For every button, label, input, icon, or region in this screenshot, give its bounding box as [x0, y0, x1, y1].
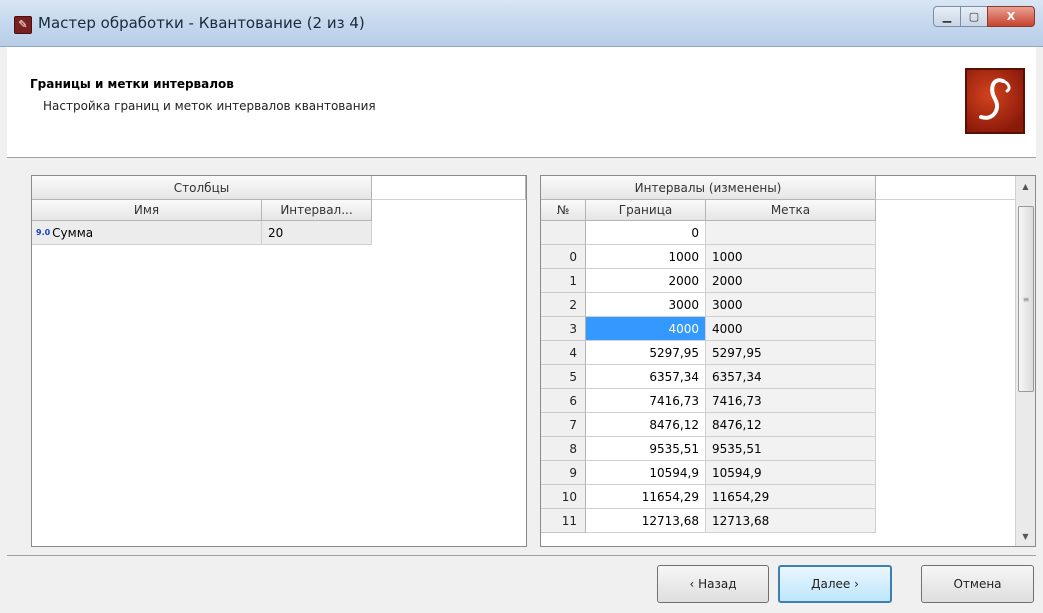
logo-s-icon — [979, 78, 1011, 120]
row-number-cell[interactable]: 0 — [541, 245, 586, 269]
column-header-name[interactable]: Имя — [32, 200, 262, 221]
label-cell[interactable]: 9535,51 — [706, 437, 876, 461]
table-row[interactable]: 10 11654,29 11654,29 — [541, 485, 876, 509]
bound-cell[interactable]: 7416,73 — [586, 389, 706, 413]
table-row[interactable]: 2 3000 3000 — [541, 293, 876, 317]
bound-cell[interactable]: 3000 — [586, 293, 706, 317]
row-number-cell[interactable]: 1 — [541, 269, 586, 293]
label-cell[interactable]: 6357,34 — [706, 365, 876, 389]
table-row[interactable]: 6 7416,73 7416,73 — [541, 389, 876, 413]
label-cell[interactable] — [706, 221, 876, 245]
interval-rows: 0 0 1000 1000 1 2000 2000 2 3000 3000 3 4000 4000 4 52… — [541, 221, 876, 546]
scroll-down-icon: ▼ — [1022, 531, 1029, 541]
scroll-up-button[interactable]: ▲ — [1016, 176, 1035, 196]
app-icon: ✎ — [14, 16, 32, 34]
bound-cell[interactable]: 8476,12 — [586, 413, 706, 437]
scroll-up-icon: ▲ — [1022, 181, 1029, 191]
label-cell[interactable]: 7416,73 — [706, 389, 876, 413]
back-button[interactable]: ‹ Назад — [657, 565, 769, 603]
label-cell[interactable]: 3000 — [706, 293, 876, 317]
step-title: Границы и метки интервалов — [30, 77, 234, 91]
cancel-button[interactable]: Отмена — [921, 565, 1034, 603]
step-subtitle: Настройка границ и меток интервалов кван… — [43, 99, 376, 113]
bound-cell[interactable]: 9535,51 — [586, 437, 706, 461]
label-cell[interactable]: 8476,12 — [706, 413, 876, 437]
vertical-scrollbar[interactable]: ▲ ≡ ▼ — [1015, 176, 1035, 546]
label-cell[interactable]: 11654,29 — [706, 485, 876, 509]
column-header-interval[interactable]: Интервал... — [262, 200, 372, 221]
title-bar[interactable]: ✎ Мастер обработки - Квантование (2 из 4… — [0, 0, 1043, 47]
label-cell[interactable]: 2000 — [706, 269, 876, 293]
row-number-cell[interactable]: 5 — [541, 365, 586, 389]
column-header-bound[interactable]: Граница — [586, 200, 706, 221]
row-number-cell[interactable] — [541, 221, 586, 245]
column-header-label[interactable]: Метка — [706, 200, 876, 221]
row-number-cell[interactable]: 10 — [541, 485, 586, 509]
minimize-icon: ▁ — [942, 10, 952, 23]
table-row[interactable]: 4 5297,95 5297,95 — [541, 341, 876, 365]
table-row[interactable]: 5 6357,34 6357,34 — [541, 365, 876, 389]
window-controls: ▁ ▢ X — [933, 6, 1035, 27]
intervals-group-header-blank — [876, 176, 1016, 200]
table-row[interactable]: 3 4000 4000 — [541, 317, 876, 341]
label-cell[interactable]: 10594,9 — [706, 461, 876, 485]
label-cell[interactable]: 12713,68 — [706, 509, 876, 533]
table-row[interactable]: 7 8476,12 8476,12 — [541, 413, 876, 437]
intervals-grid[interactable]: Интервалы (изменены) № Граница Метка 001… — [540, 175, 1036, 547]
column-name: Сумма — [52, 225, 94, 240]
row-number-cell[interactable]: 3 — [541, 317, 586, 341]
table-row[interactable]: 9 10594,9 10594,9 — [541, 461, 876, 485]
row-number-cell[interactable]: 8 — [541, 437, 586, 461]
maximize-icon: ▢ — [968, 10, 980, 23]
columns-group-header: Столбцы — [32, 176, 372, 200]
next-button[interactable]: Далее › — [778, 565, 892, 603]
column-header-number[interactable]: № — [541, 200, 586, 221]
app-logo — [965, 68, 1025, 134]
bound-cell[interactable]: 5297,95 — [586, 341, 706, 365]
row-number-cell[interactable]: 9 — [541, 461, 586, 485]
bound-cell[interactable]: 2000 — [586, 269, 706, 293]
minimize-button[interactable]: ▁ — [933, 6, 961, 27]
columns-group-header-blank — [372, 176, 526, 200]
bound-cell[interactable]: 11654,29 — [586, 485, 706, 509]
intervals-group-header: Интервалы (изменены) — [541, 176, 876, 200]
bound-cell[interactable]: 1000 — [586, 245, 706, 269]
scroll-thumb[interactable]: ≡ — [1018, 206, 1034, 392]
numeric-type-icon: 9.0 — [36, 228, 51, 237]
table-row[interactable]: 8 9535,51 9535,51 — [541, 437, 876, 461]
label-cell[interactable]: 4000 — [706, 317, 876, 341]
wizard-header: Границы и метки интервалов Настройка гра… — [7, 47, 1036, 158]
bound-cell[interactable]: 10594,9 — [586, 461, 706, 485]
maximize-button[interactable]: ▢ — [960, 6, 988, 27]
bound-cell[interactable]: 4000 — [586, 317, 706, 341]
bound-cell[interactable]: 6357,34 — [586, 365, 706, 389]
columns-grid[interactable]: Столбцы Имя Интервал... 9.0 Сумма 20 — [31, 175, 527, 547]
row-number-cell[interactable]: 2 — [541, 293, 586, 317]
table-row[interactable]: 11 12713,68 12713,68 — [541, 509, 876, 533]
column-name-cell[interactable]: 9.0 Сумма — [32, 221, 262, 245]
table-row[interactable]: 1 2000 2000 — [541, 269, 876, 293]
close-icon: X — [1006, 10, 1016, 23]
grip-icon: ≡ — [1022, 294, 1030, 304]
label-cell[interactable]: 5297,95 — [706, 341, 876, 365]
row-number-cell[interactable]: 6 — [541, 389, 586, 413]
table-row[interactable]: 0 1000 1000 — [541, 245, 876, 269]
row-number-cell[interactable]: 7 — [541, 413, 586, 437]
interval-count-cell[interactable]: 20 — [262, 221, 372, 245]
bound-cell[interactable]: 0 — [586, 221, 706, 245]
table-row[interactable]: 0 — [541, 221, 876, 245]
footer-divider — [7, 555, 1036, 556]
window-title: Мастер обработки - Квантование (2 из 4) — [38, 14, 365, 32]
row-number-cell[interactable]: 11 — [541, 509, 586, 533]
table-row[interactable]: 9.0 Сумма 20 — [32, 221, 372, 245]
label-cell[interactable]: 1000 — [706, 245, 876, 269]
row-number-cell[interactable]: 4 — [541, 341, 586, 365]
close-button[interactable]: X — [987, 6, 1035, 27]
bound-cell[interactable]: 12713,68 — [586, 509, 706, 533]
scroll-down-button[interactable]: ▼ — [1016, 526, 1035, 546]
